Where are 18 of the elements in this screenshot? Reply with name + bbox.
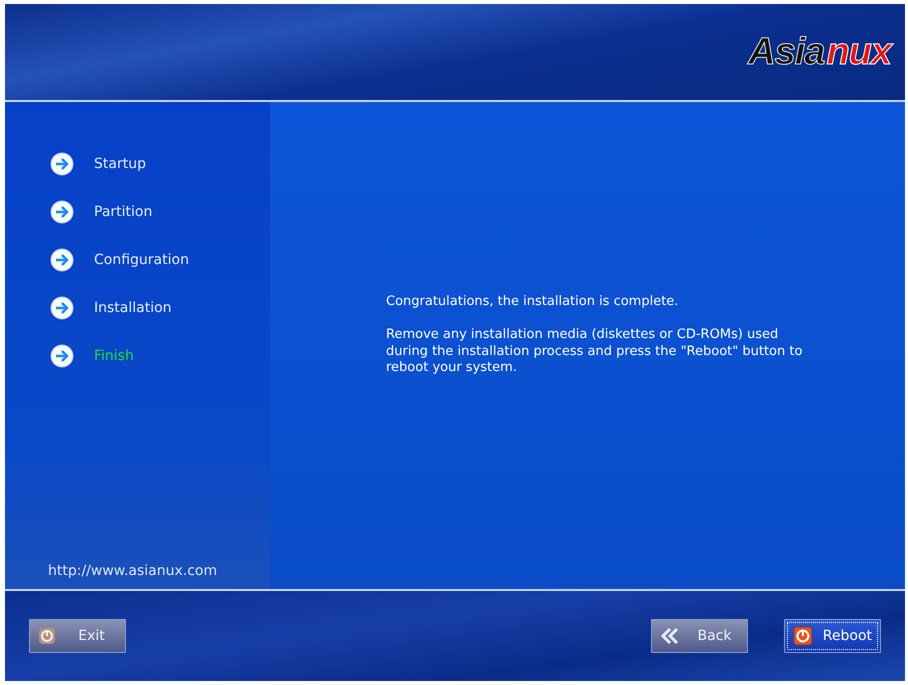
arrow-circle-icon xyxy=(50,344,74,368)
reboot-button[interactable]: Reboot xyxy=(784,619,881,653)
step-label: Finish xyxy=(94,348,134,364)
step-label: Partition xyxy=(94,204,152,220)
message-text: Congratulations, the installation is complete. xyxy=(386,294,680,311)
power-icon xyxy=(793,626,813,646)
power-icon xyxy=(38,627,56,645)
arrow-circle-icon xyxy=(50,248,74,272)
step-label: Startup xyxy=(94,156,146,172)
chevron-left-icon xyxy=(660,627,680,645)
asianux-logo: Asianux xyxy=(748,30,891,74)
step-label: Configuration xyxy=(94,252,189,268)
step-label: Installation xyxy=(94,300,172,316)
arrow-circle-icon xyxy=(50,200,74,224)
arrow-circle-icon xyxy=(50,152,74,176)
website-url: http://www.asianux.com xyxy=(48,563,218,579)
message-text: Remove any installation media (diskettes or CD-ROMs) used during the installation process and press the "Reboot" button to reboot your system. xyxy=(386,326,804,378)
arrow-circle-icon xyxy=(50,296,74,320)
